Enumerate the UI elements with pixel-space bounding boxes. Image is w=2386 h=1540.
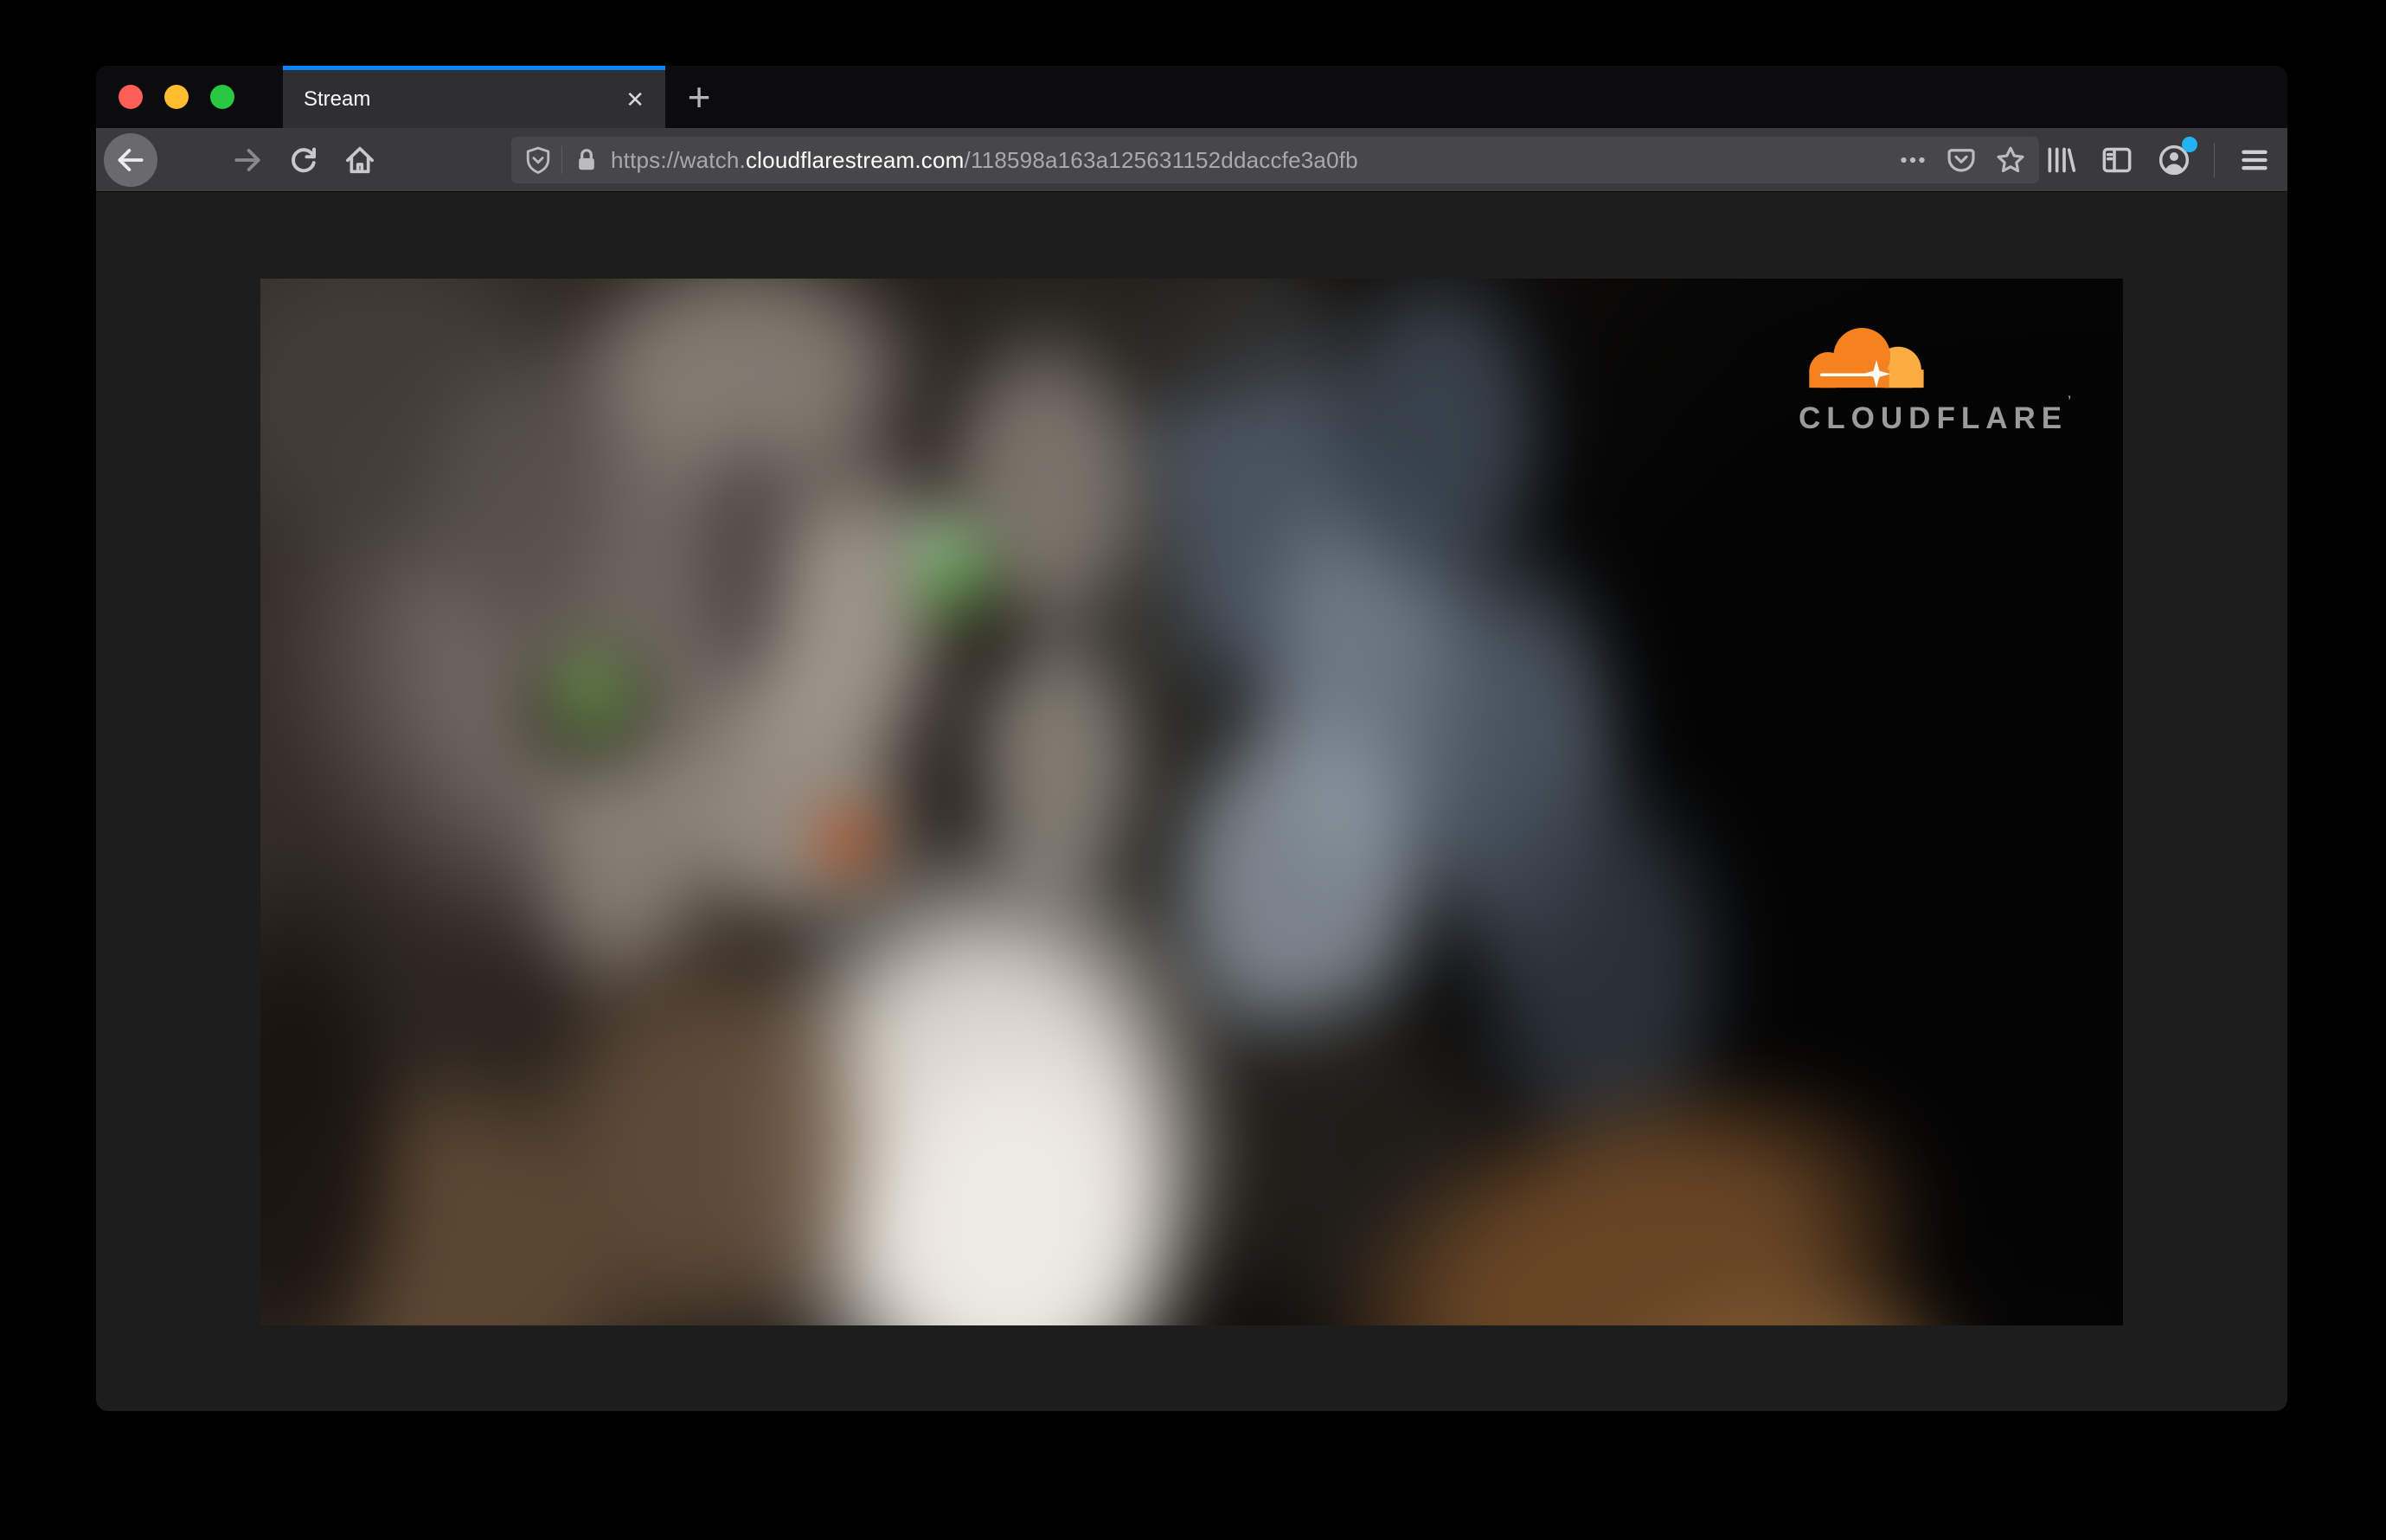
cloudflare-logo: CLOUDFLARE’ — [1786, 324, 2071, 436]
forward-button[interactable] — [220, 132, 275, 188]
tracking-protection-shield-icon[interactable] — [523, 145, 553, 175]
url-scheme: https://watch. — [611, 146, 746, 173]
library-icon[interactable] — [2043, 143, 2077, 177]
cloudflare-cloud-icon — [1809, 328, 1924, 388]
reload-icon — [287, 144, 320, 176]
forward-arrow-icon — [231, 144, 264, 176]
sidebar-icon[interactable] — [2100, 143, 2134, 177]
url-bar[interactable]: https://watch.cloudflarestream.com/11859… — [511, 137, 2039, 183]
page-content: CLOUDFLARE’ — [96, 192, 2287, 1410]
video-blob — [684, 408, 805, 720]
lock-icon[interactable] — [573, 146, 600, 174]
url-path: /118598a163a125631152ddaccfe3a0fb — [964, 146, 1358, 173]
tab-close-icon[interactable]: ✕ — [620, 85, 650, 114]
pocket-icon[interactable] — [1946, 144, 1977, 176]
video-blob — [563, 656, 608, 708]
browser-window: Stream ✕ + https://watch.cloudflarestrea… — [96, 66, 2287, 1411]
video-player[interactable]: CLOUDFLARE’ — [260, 279, 2123, 1325]
menu-icon[interactable] — [2237, 143, 2272, 177]
cloudflare-wordmark: CLOUDFLARE’ — [1799, 393, 2071, 435]
toolbar-separator — [2214, 143, 2215, 177]
url-text[interactable]: https://watch.cloudflarestream.com/11859… — [611, 147, 1887, 174]
new-tab-button[interactable]: + — [674, 66, 724, 128]
tab-title: Stream — [304, 87, 371, 111]
tab-stream[interactable]: Stream ✕ — [283, 66, 665, 128]
home-button[interactable] — [332, 132, 388, 188]
window-zoom-button[interactable] — [210, 85, 234, 109]
video-blob — [940, 574, 1044, 696]
video-blob — [407, 330, 632, 677]
back-arrow-icon — [114, 144, 147, 176]
url-domain: cloudflarestream.com — [745, 146, 965, 173]
navigation-toolbar: https://watch.cloudflarestream.com/11859… — [96, 128, 2287, 192]
traffic-lights — [119, 66, 234, 128]
window-close-button[interactable] — [119, 85, 143, 109]
home-icon — [343, 143, 377, 177]
account-icon[interactable] — [2157, 137, 2197, 177]
bookmark-star-icon[interactable] — [1994, 144, 2027, 176]
window-minimize-button[interactable] — [164, 85, 189, 109]
tab-bar: Stream ✕ + — [96, 66, 2287, 128]
video-blob — [914, 512, 966, 574]
account-notification-dot — [2182, 137, 2197, 152]
reload-button[interactable] — [276, 132, 331, 188]
back-button[interactable] — [104, 133, 157, 187]
urlbar-divider — [561, 146, 562, 174]
page-actions-icon[interactable] — [1897, 144, 1928, 176]
url-actions — [1897, 144, 2027, 176]
toolbar-right-icons — [2043, 128, 2272, 192]
trademark-mark: ’ — [2068, 393, 2071, 407]
